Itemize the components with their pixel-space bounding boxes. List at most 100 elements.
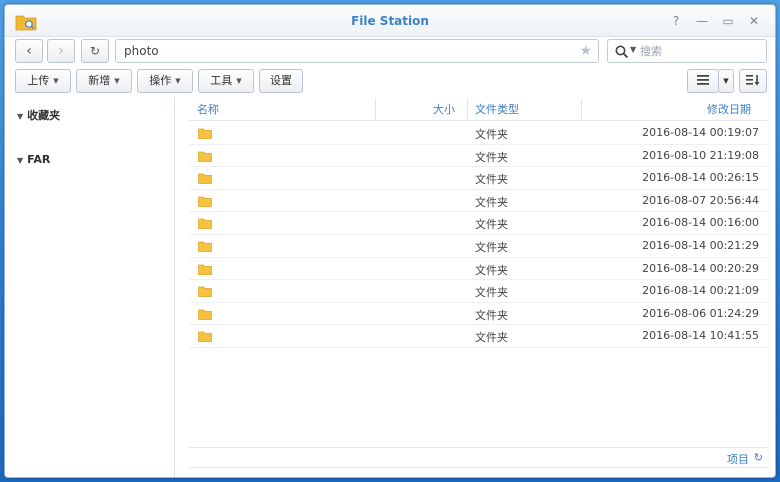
- folder-icon: [198, 196, 212, 207]
- table-row[interactable]: 文件夹 2016-08-06 01:24:29: [189, 303, 767, 326]
- search-box[interactable]: ▼: [607, 39, 767, 63]
- column-header: 名称 大小 文件类型 修改日期: [189, 99, 767, 121]
- settings-button[interactable]: 设置: [259, 69, 303, 93]
- modified-date: 2016-08-14 00:19:07: [642, 126, 759, 139]
- file-type: 文件夹: [475, 218, 508, 232]
- file-type: 文件夹: [475, 173, 508, 187]
- table-row[interactable]: 文件夹 2016-08-14 00:19:07: [189, 122, 767, 145]
- table-row[interactable]: 文件夹 2016-08-14 00:21:29: [189, 235, 767, 258]
- modified-date: 2016-08-07 20:56:44: [642, 193, 759, 207]
- column-size[interactable]: 大小: [433, 99, 455, 121]
- folder-icon: [198, 219, 212, 230]
- modified-date: 2016-08-14 00:26:15: [642, 171, 759, 185]
- file-type: 文件夹: [475, 308, 508, 322]
- settings-label: 设置: [270, 74, 292, 87]
- chevron-left-icon: ‹: [26, 43, 32, 59]
- tools-label: 工具: [210, 74, 233, 87]
- file-rows: 文件夹 2016-08-14 00:19:07 文件夹 2016-08-10 2…: [189, 122, 767, 348]
- modified-date: 2016-08-14 00:20:29: [642, 261, 759, 275]
- view-mode-dropdown[interactable]: ▼: [718, 69, 734, 93]
- path-text: photo: [124, 44, 159, 58]
- title-bar[interactable]: File Station ? — ▭ ✕: [5, 5, 775, 37]
- caret-down-icon: ▼: [53, 77, 59, 85]
- modified-date: 2016-08-14 00:16:00: [642, 216, 759, 230]
- maximize-button[interactable]: ▭: [719, 13, 737, 29]
- table-row[interactable]: 文件夹 2016-08-10 21:19:08: [189, 145, 767, 168]
- folder-icon: [198, 264, 212, 275]
- table-row[interactable]: 文件夹 2016-08-14 00:20:29: [189, 258, 767, 281]
- table-row[interactable]: 文件夹 2016-08-14 00:21:09: [189, 280, 767, 303]
- file-station-window: File Station ? — ▭ ✕ ‹ › ↻ photo ★ ▼ 搜索 …: [4, 4, 776, 478]
- sidebar-section-far[interactable]: ▼ FAR: [17, 153, 50, 166]
- file-type: 文件夹: [475, 195, 508, 209]
- sidebar-section-favorites[interactable]: ▼ 收藏夹: [17, 107, 60, 123]
- table-row[interactable]: 文件夹 2016-08-14 10:41:55: [189, 325, 767, 348]
- favorites-label: 收藏夹: [27, 109, 61, 122]
- minimize-button[interactable]: —: [693, 13, 711, 29]
- footer-divider: [189, 447, 767, 448]
- refresh-icon[interactable]: ↻: [754, 451, 763, 464]
- search-input[interactable]: [640, 43, 760, 59]
- table-row[interactable]: 文件夹 2016-08-07 20:56:44: [189, 190, 767, 213]
- new-button[interactable]: 新增 ▼: [76, 69, 132, 93]
- caret-down-icon[interactable]: ▼: [630, 45, 636, 54]
- action-button[interactable]: 操作 ▼: [137, 69, 193, 93]
- file-type: 文件夹: [475, 150, 508, 164]
- close-button[interactable]: ✕: [745, 13, 763, 29]
- folder-icon: [198, 173, 212, 185]
- folder-icon: [198, 128, 212, 139]
- upload-button[interactable]: 上传 ▼: [15, 69, 71, 93]
- refresh-button[interactable]: ↻: [81, 39, 109, 63]
- triangle-down-icon: ▼: [17, 156, 24, 165]
- table-row[interactable]: 文件夹 2016-08-14 00:16:00: [189, 212, 767, 235]
- forward-button[interactable]: ›: [47, 39, 75, 63]
- view-mode-button[interactable]: [687, 69, 719, 93]
- search-icon: [615, 45, 629, 59]
- column-divider[interactable]: [581, 99, 582, 121]
- modified-date: 2016-08-06 01:24:29: [642, 306, 759, 320]
- tools-button[interactable]: 工具 ▼: [198, 69, 254, 93]
- window-title: File Station: [351, 14, 429, 28]
- back-button[interactable]: ‹: [15, 39, 43, 63]
- column-type[interactable]: 文件类型: [475, 99, 519, 121]
- triangle-down-icon: ▼: [17, 112, 24, 121]
- sort-icon: [746, 75, 760, 86]
- modified-date: 2016-08-14 00:21:09: [642, 284, 759, 298]
- table-row[interactable]: 文件夹 2016-08-14 00:26:15: [189, 167, 767, 190]
- folder-icon: [198, 241, 212, 252]
- file-type: 文件夹: [475, 286, 508, 300]
- caret-down-icon: ▼: [175, 77, 181, 85]
- far-label: FAR: [27, 153, 51, 166]
- column-name[interactable]: 名称: [197, 99, 219, 121]
- help-button[interactable]: ?: [667, 13, 685, 29]
- file-type: 文件夹: [475, 331, 508, 345]
- upload-label: 上传: [27, 74, 50, 87]
- column-divider[interactable]: [467, 99, 468, 121]
- caret-down-icon: ▼: [236, 77, 242, 85]
- modified-date: 2016-08-14 00:21:29: [642, 238, 759, 252]
- folder-icon: [198, 331, 212, 343]
- navigation-bar: ‹ › ↻ photo ★ ▼: [5, 39, 775, 67]
- sidebar: ▼ 收藏夹 ▼ FAR: [5, 97, 175, 477]
- footer-divider: [189, 467, 767, 468]
- chevron-right-icon: ›: [58, 43, 64, 59]
- folder-icon: [198, 286, 212, 298]
- column-modified[interactable]: 修改日期: [707, 99, 751, 121]
- modified-date: 2016-08-14 10:41:55: [642, 329, 759, 343]
- path-field[interactable]: photo ★: [115, 39, 599, 63]
- caret-down-icon: ▼: [723, 77, 729, 85]
- file-type: 文件夹: [475, 263, 508, 277]
- toolbar: 上传 ▼ 新增 ▼ 操作 ▼ 工具 ▼ 设置 ▼: [5, 69, 775, 95]
- folder-icon: [198, 309, 212, 320]
- list-view-icon: [697, 75, 709, 85]
- file-list-panel: 名称 大小 文件类型 修改日期 文件夹 2016-08-14 00:19:07 …: [189, 99, 767, 471]
- action-label: 操作: [149, 74, 172, 87]
- column-divider[interactable]: [375, 99, 376, 121]
- file-type: 文件夹: [475, 128, 508, 141]
- folder-icon: [198, 151, 212, 162]
- caret-down-icon: ▼: [114, 77, 120, 85]
- star-icon[interactable]: ★: [579, 40, 592, 62]
- modified-date: 2016-08-10 21:19:08: [642, 148, 759, 162]
- sort-button[interactable]: [739, 69, 767, 93]
- item-count-label: 项目: [727, 453, 749, 466]
